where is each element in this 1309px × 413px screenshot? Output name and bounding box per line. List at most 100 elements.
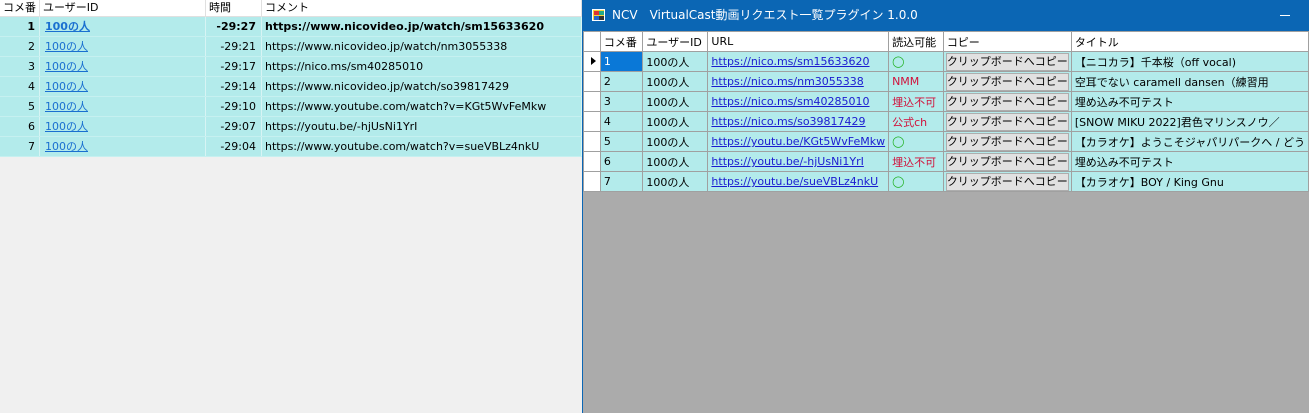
url-link[interactable]: https://youtu.be/KGt5WvFeMkw <box>707 131 890 152</box>
column-header-url[interactable]: URL <box>707 31 890 52</box>
copy-to-clipboard-button[interactable]: クリップボードへコピー <box>945 112 1069 131</box>
cell-title[interactable]: [SNOW MIKU 2022]君色マリンスノウ／ <box>1070 111 1309 132</box>
comment-no: 2 <box>0 37 40 56</box>
cell-title[interactable]: 【カラオケ】ようこそジャパリパークへ / どう <box>1070 131 1309 152</box>
grid-row[interactable]: 1 100の人 https://nico.ms/sm15633620 ◯ クリッ… <box>583 51 1309 72</box>
user-id-link[interactable]: 100の人 <box>40 97 206 116</box>
column-header-title[interactable]: タイトル <box>1070 31 1309 52</box>
minimize-button[interactable] <box>1263 0 1309 31</box>
comment-row[interactable]: 4 100の人 -29:14 https://www.nicovideo.jp/… <box>0 77 582 97</box>
comment-text: https://nico.ms/sm40285010 <box>262 57 582 76</box>
grid-row[interactable]: 2 100の人 https://nico.ms/nm3055338 NMM クリ… <box>583 71 1309 92</box>
row-header[interactable] <box>583 131 601 152</box>
column-header-copy[interactable]: コピー <box>942 31 1072 52</box>
comment-list: 1 100の人 -29:27 https://www.nicovideo.jp/… <box>0 17 582 157</box>
cell-user-id[interactable]: 100の人 <box>642 131 709 152</box>
url-link[interactable]: https://nico.ms/nm3055338 <box>707 71 890 92</box>
copy-to-clipboard-button[interactable]: クリップボードへコピー <box>945 92 1069 111</box>
cell-copy: クリップボードへコピー <box>942 131 1072 152</box>
column-header-loadable[interactable]: 読込可能 <box>888 31 944 52</box>
cell-title[interactable]: 埋め込み不可テスト <box>1070 151 1309 172</box>
row-header[interactable] <box>583 151 601 172</box>
user-id-link[interactable]: 100の人 <box>40 17 206 36</box>
cell-loadable: ◯ <box>888 171 944 192</box>
grid-row[interactable]: 3 100の人 https://nico.ms/sm40285010 埋込不可 … <box>583 91 1309 112</box>
minimize-icon <box>1280 15 1290 16</box>
copy-to-clipboard-button[interactable]: クリップボードへコピー <box>945 52 1069 71</box>
comment-no: 7 <box>0 137 40 156</box>
copy-to-clipboard-button[interactable]: クリップボードへコピー <box>945 172 1069 191</box>
column-header-comment-no[interactable]: コメ番 <box>0 0 40 16</box>
column-header-comment-no[interactable]: コメ番 <box>599 31 644 52</box>
comment-text: https://youtu.be/-hjUsNi1YrI <box>262 117 582 136</box>
current-row-icon <box>591 57 596 65</box>
cell-title[interactable]: 【ニコカラ】千本桜（off vocal) <box>1070 51 1309 72</box>
comment-row[interactable]: 5 100の人 -29:10 https://www.youtube.com/w… <box>0 97 582 117</box>
comment-row[interactable]: 3 100の人 -29:17 https://nico.ms/sm4028501… <box>0 57 582 77</box>
comment-time: -29:21 <box>206 37 262 56</box>
comment-no: 1 <box>0 17 40 36</box>
comment-text: https://www.nicovideo.jp/watch/so3981742… <box>262 77 582 96</box>
comment-row[interactable]: 6 100の人 -29:07 https://youtu.be/-hjUsNi1… <box>0 117 582 137</box>
grid-row[interactable]: 4 100の人 https://nico.ms/so39817429 公式ch … <box>583 111 1309 132</box>
comment-time: -29:17 <box>206 57 262 76</box>
comment-row[interactable]: 7 100の人 -29:04 https://www.youtube.com/w… <box>0 137 582 157</box>
copy-to-clipboard-button[interactable]: クリップボードへコピー <box>945 152 1069 171</box>
cell-comment-no[interactable]: 5 <box>599 131 644 152</box>
row-header[interactable] <box>583 171 601 192</box>
url-link[interactable]: https://youtu.be/sueVBLz4nkU <box>707 171 890 192</box>
column-header-user-id[interactable]: ユーザーID <box>642 31 709 52</box>
row-header[interactable] <box>583 51 601 72</box>
url-link[interactable]: https://nico.ms/sm15633620 <box>707 51 890 72</box>
cell-comment-no[interactable]: 6 <box>599 151 644 172</box>
grid-row[interactable]: 7 100の人 https://youtu.be/sueVBLz4nkU ◯ ク… <box>583 171 1309 192</box>
comment-text: https://www.youtube.com/watch?v=sueVBLz4… <box>262 137 582 156</box>
url-link[interactable]: https://nico.ms/so39817429 <box>707 111 890 132</box>
comment-no: 4 <box>0 77 40 96</box>
column-header-time[interactable]: 時間 <box>206 0 262 16</box>
cell-user-id[interactable]: 100の人 <box>642 71 709 92</box>
row-header[interactable] <box>583 71 601 92</box>
cell-loadable: ◯ <box>888 51 944 72</box>
cell-title[interactable]: 空耳でない caramell dansen（練習用 <box>1070 71 1309 92</box>
row-header[interactable] <box>583 111 601 132</box>
cell-comment-no[interactable]: 7 <box>599 171 644 192</box>
copy-to-clipboard-button[interactable]: クリップボードへコピー <box>945 72 1069 91</box>
cell-comment-no[interactable]: 1 <box>599 51 644 72</box>
comment-row[interactable]: 2 100の人 -29:21 https://www.nicovideo.jp/… <box>0 37 582 57</box>
row-header[interactable] <box>583 91 601 112</box>
cell-user-id[interactable]: 100の人 <box>642 111 709 132</box>
cell-loadable: 公式ch <box>888 111 944 132</box>
cell-copy: クリップボードへコピー <box>942 51 1072 72</box>
cell-comment-no[interactable]: 3 <box>599 91 644 112</box>
comment-time: -29:14 <box>206 77 262 96</box>
grid-row[interactable]: 6 100の人 https://youtu.be/-hjUsNi1YrI 埋込不… <box>583 151 1309 172</box>
url-link[interactable]: https://youtu.be/-hjUsNi1YrI <box>707 151 890 172</box>
cell-title[interactable]: 埋め込み不可テスト <box>1070 91 1309 112</box>
column-header-comment[interactable]: コメント <box>262 0 582 16</box>
user-id-link[interactable]: 100の人 <box>40 117 206 136</box>
comment-no: 5 <box>0 97 40 116</box>
cell-loadable: 埋込不可 <box>888 151 944 172</box>
copy-to-clipboard-button[interactable]: クリップボードへコピー <box>945 132 1069 151</box>
column-header-user-id[interactable]: ユーザーID <box>40 0 206 16</box>
cell-comment-no[interactable]: 4 <box>599 111 644 132</box>
user-id-link[interactable]: 100の人 <box>40 37 206 56</box>
cell-title[interactable]: 【カラオケ】BOY / King Gnu <box>1070 171 1309 192</box>
cell-user-id[interactable]: 100の人 <box>642 151 709 172</box>
user-id-link[interactable]: 100の人 <box>40 77 206 96</box>
cell-user-id[interactable]: 100の人 <box>642 171 709 192</box>
comment-row[interactable]: 1 100の人 -29:27 https://www.nicovideo.jp/… <box>0 17 582 37</box>
window-title: NCV VirtualCast動画リクエスト一覧プラグイン 1.0.0 <box>612 8 918 22</box>
grid-row[interactable]: 5 100の人 https://youtu.be/KGt5WvFeMkw ◯ ク… <box>583 131 1309 152</box>
user-id-link[interactable]: 100の人 <box>40 137 206 156</box>
cell-copy: クリップボードへコピー <box>942 71 1072 92</box>
cell-comment-no[interactable]: 2 <box>599 71 644 92</box>
url-link[interactable]: https://nico.ms/sm40285010 <box>707 91 890 112</box>
plugin-window: NCV VirtualCast動画リクエスト一覧プラグイン 1.0.0 コメ番 … <box>582 0 1309 413</box>
app-icon <box>592 9 605 21</box>
user-id-link[interactable]: 100の人 <box>40 57 206 76</box>
cell-user-id[interactable]: 100の人 <box>642 91 709 112</box>
cell-user-id[interactable]: 100の人 <box>642 51 709 72</box>
window-titlebar[interactable]: NCV VirtualCast動画リクエスト一覧プラグイン 1.0.0 <box>583 0 1309 31</box>
